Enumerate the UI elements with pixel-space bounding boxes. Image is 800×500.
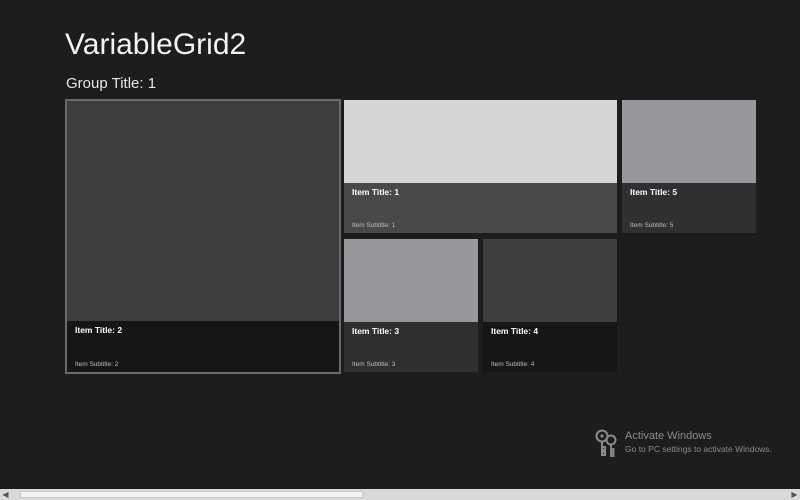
page: VariableGrid2 Group Title: 1 Item Title:… bbox=[0, 0, 800, 500]
scroll-left-icon[interactable]: ◀ bbox=[0, 489, 11, 500]
scrollbar-thumb[interactable] bbox=[20, 491, 363, 498]
keys-icon bbox=[595, 429, 617, 457]
item-image bbox=[344, 239, 478, 322]
item-title: Item Title: 5 bbox=[630, 187, 678, 197]
page-title: VariableGrid2 bbox=[65, 28, 247, 61]
item-subtitle: Item Subtitle: 5 bbox=[630, 222, 674, 229]
item-subtitle: Item Subtitle: 1 bbox=[352, 222, 396, 229]
item-title: Item Title: 2 bbox=[75, 325, 123, 335]
item-subtitle: Item Subtitle: 4 bbox=[491, 361, 535, 368]
activate-windows-watermark: Activate Windows Go to PC settings to ac… bbox=[594, 427, 794, 461]
horizontal-scrollbar[interactable]: ◀ ▶ bbox=[0, 489, 800, 500]
item-caption: Item Title: 1 Item Subtitle: 1 bbox=[344, 183, 617, 233]
item-title: Item Title: 3 bbox=[352, 326, 400, 336]
item-subtitle: Item Subtitle: 3 bbox=[352, 361, 396, 368]
item-subtitle: Item Subtitle: 2 bbox=[75, 361, 119, 368]
grid-item-3[interactable]: Item Title: 3 Item Subtitle: 3 bbox=[344, 239, 478, 372]
watermark-title: Activate Windows bbox=[625, 430, 712, 442]
item-caption: Item Title: 5 Item Subtitle: 5 bbox=[622, 183, 756, 233]
item-image bbox=[67, 101, 339, 323]
item-caption: Item Title: 3 Item Subtitle: 3 bbox=[344, 322, 478, 372]
item-title: Item Title: 4 bbox=[491, 326, 539, 336]
group-header[interactable]: Group Title: 1 bbox=[66, 75, 156, 93]
item-image bbox=[622, 100, 756, 183]
grid-item-4[interactable]: Item Title: 4 Item Subtitle: 4 bbox=[483, 239, 617, 372]
grid-item-5[interactable]: Item Title: 5 Item Subtitle: 5 bbox=[622, 100, 756, 233]
item-caption: Item Title: 2 Item Subtitle: 2 bbox=[67, 321, 339, 372]
item-image bbox=[483, 239, 617, 322]
watermark-subtitle: Go to PC settings to activate Windows. bbox=[625, 444, 772, 454]
item-caption: Item Title: 4 Item Subtitle: 4 bbox=[483, 322, 617, 372]
item-image bbox=[344, 100, 617, 183]
grid-item-2[interactable]: Item Title: 2 Item Subtitle: 2 bbox=[65, 99, 341, 374]
grid-item-1[interactable]: Item Title: 1 Item Subtitle: 1 bbox=[344, 100, 617, 233]
scroll-right-icon[interactable]: ▶ bbox=[789, 489, 800, 500]
item-title: Item Title: 1 bbox=[352, 187, 400, 197]
